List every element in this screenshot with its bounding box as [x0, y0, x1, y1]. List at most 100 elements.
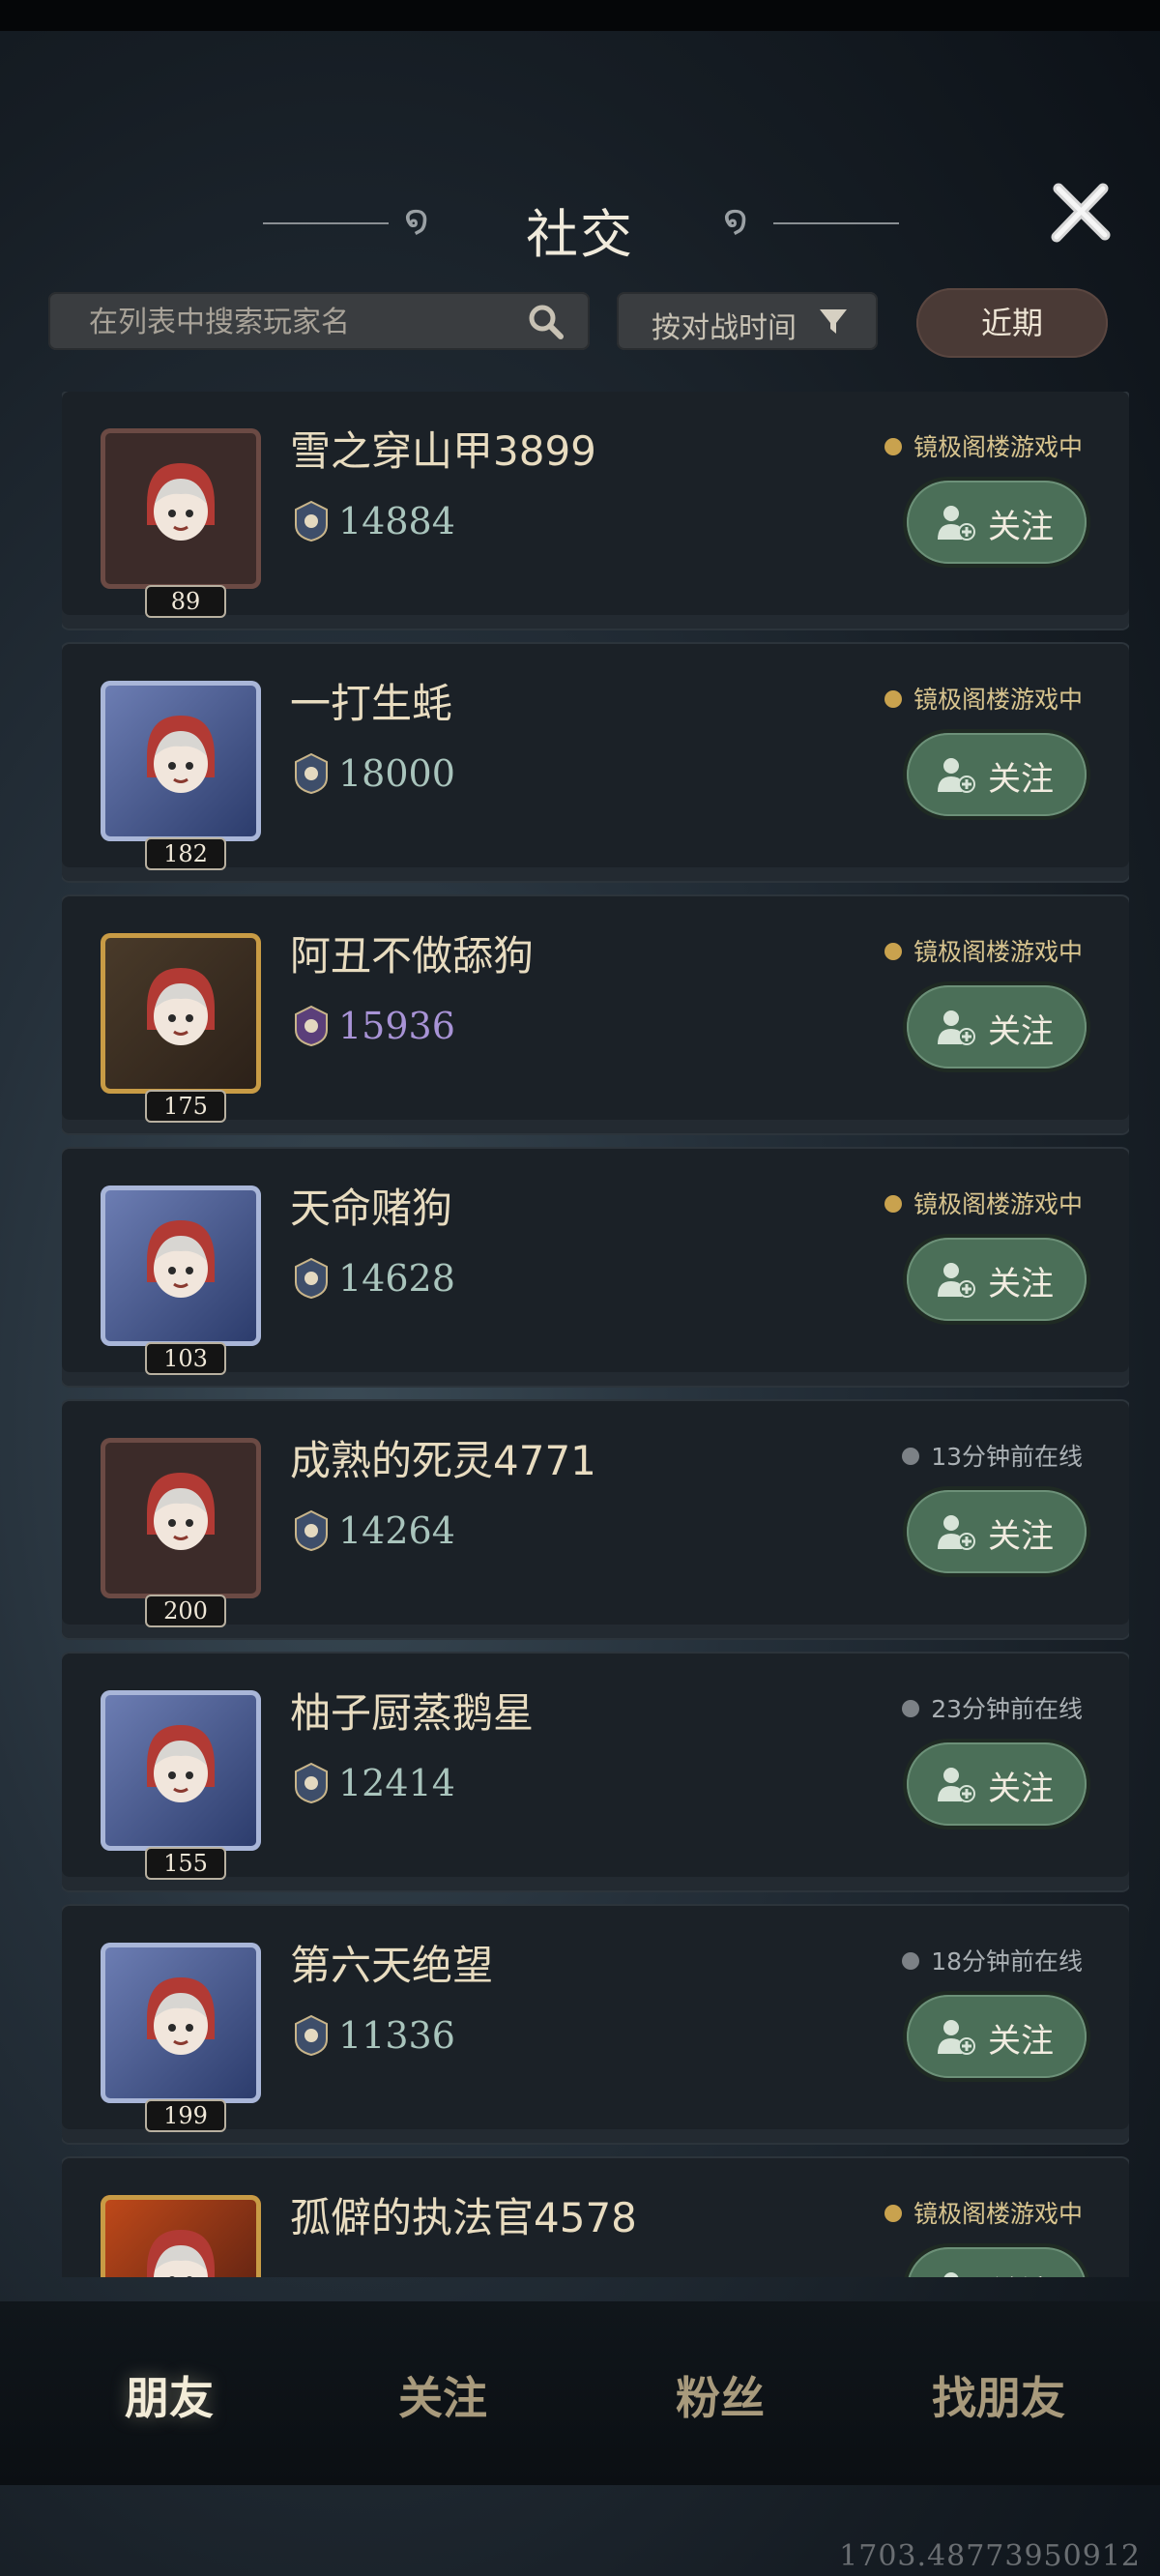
player-card[interactable]: 182 一打生蚝 18000 镜极阁楼游戏中 关注	[62, 644, 1129, 881]
follow-button[interactable]: 关注	[907, 1995, 1087, 2078]
user-plus-icon	[938, 1263, 975, 1298]
recent-button[interactable]: 近期	[916, 288, 1108, 358]
follow-button[interactable]: 关注	[907, 1490, 1087, 1573]
player-avatar[interactable]: 175	[101, 933, 261, 1123]
character-face-icon	[147, 1725, 215, 1802]
player-avatar[interactable]: 200	[101, 1438, 261, 1627]
player-list[interactable]: 89 雪之穿山甲3899 14884 镜极阁楼游戏中 关注 182 一打生蚝 18000 镜极阁…	[62, 392, 1129, 2277]
follow-label: 关注	[988, 2267, 1054, 2277]
search-icon[interactable]	[528, 304, 565, 340]
player-avatar[interactable]: 103	[101, 1186, 261, 1375]
character-face-icon	[147, 2230, 215, 2277]
rank-badge-icon	[295, 1509, 328, 1552]
player-name: 柚子厨蒸鹅星	[290, 1689, 535, 1737]
player-score-value: 14628	[338, 1257, 455, 1300]
sort-dropdown[interactable]: 按对战时间	[617, 292, 878, 350]
user-plus-icon	[938, 2020, 975, 2055]
status-dot-icon	[902, 1952, 920, 1970]
player-card[interactable]: 103 天命赌狗 14628 镜极阁楼游戏中 关注	[62, 1149, 1129, 1386]
player-status-text: 镜极阁楼游戏中	[913, 2200, 1083, 2228]
tab-fans[interactable]: 粉丝	[624, 2363, 817, 2427]
search-box[interactable]	[48, 292, 590, 352]
follow-label: 关注	[988, 508, 1054, 546]
player-avatar[interactable]	[101, 2195, 261, 2277]
player-level-badge: 155	[145, 1847, 226, 1880]
player-status-text: 镜极阁楼游戏中	[913, 686, 1083, 714]
player-avatar[interactable]: 89	[101, 428, 261, 618]
player-score-value: 14884	[338, 500, 455, 542]
player-score-value: 15936	[338, 1005, 455, 1047]
search-input[interactable]	[87, 292, 516, 352]
player-avatar[interactable]: 182	[101, 681, 261, 870]
character-face-icon	[147, 1473, 215, 1550]
player-level-badge: 89	[145, 585, 226, 618]
player-status: 镜极阁楼游戏中	[884, 2195, 1083, 2230]
follow-button[interactable]: 关注	[907, 1742, 1087, 1826]
player-name: 雪之穿山甲3899	[290, 427, 596, 475]
user-plus-icon	[938, 1010, 975, 1045]
player-card[interactable]: 200 成熟的死灵4771 14264 13分钟前在线 关注	[62, 1401, 1129, 1638]
user-plus-icon	[938, 1768, 975, 1802]
player-status-text: 镜极阁楼游戏中	[913, 1190, 1083, 1218]
player-status: 23分钟前在线	[902, 1690, 1083, 1725]
player-score-value: 14264	[338, 1509, 455, 1552]
user-plus-icon	[938, 1515, 975, 1550]
character-face-icon	[147, 968, 215, 1045]
player-status: 镜极阁楼游戏中	[884, 933, 1083, 968]
status-dot-icon	[884, 2205, 902, 2222]
follow-button[interactable]: 关注	[907, 1238, 1087, 1321]
player-avatar[interactable]: 155	[101, 1690, 261, 1880]
follow-label: 关注	[988, 760, 1054, 799]
player-card[interactable]: 89 雪之穿山甲3899 14884 镜极阁楼游戏中关注	[62, 392, 1129, 629]
rank-badge-icon	[295, 1762, 328, 1804]
header: ໑ 社交 ໑	[0, 184, 1160, 265]
follow-label: 关注	[988, 1517, 1054, 1556]
follow-label: 关注	[988, 1012, 1054, 1051]
player-card[interactable]: 199 第六天绝望 11336 18分钟前在线 关注	[62, 1906, 1129, 2143]
follow-label: 关注	[988, 2022, 1054, 2061]
player-name: 阿丑不做舔狗	[290, 932, 535, 980]
follow-label: 关注	[988, 1265, 1054, 1303]
player-status-text: 13分钟前在线	[931, 1443, 1083, 1471]
player-status-text: 23分钟前在线	[931, 1695, 1083, 1723]
player-score-value: 12414	[338, 1762, 455, 1804]
page-title: 社交	[526, 204, 634, 265]
status-dot-icon	[884, 943, 902, 960]
tab-friends[interactable]: 朋友	[72, 2363, 266, 2427]
character-face-icon	[147, 1977, 215, 2055]
player-card[interactable]: 155 柚子厨蒸鹅星 12414 23分钟前在线关注	[62, 1654, 1129, 1890]
player-status-text: 镜极阁楼游戏中	[913, 938, 1083, 966]
swirl-ornament-icon: ໑	[723, 197, 748, 242]
follow-button[interactable]: 关注	[907, 985, 1087, 1068]
tab-find-friends[interactable]: 找朋友	[902, 2363, 1095, 2427]
footer-number: 1703.48773950912	[839, 2539, 1141, 2573]
user-plus-icon	[938, 506, 975, 541]
player-name: 孤僻的执法官4578	[290, 2194, 637, 2241]
character-face-icon	[147, 463, 215, 541]
rank-badge-icon	[295, 1257, 328, 1300]
user-plus-icon	[943, 2272, 959, 2277]
rank-badge-icon	[295, 2014, 328, 2057]
player-card[interactable]: 孤僻的执法官4578 镜极阁楼游戏中关注	[62, 2158, 1129, 2277]
player-status-text: 镜极阁楼游戏中	[913, 433, 1083, 461]
player-status: 13分钟前在线	[902, 1438, 1083, 1473]
player-status: 镜极阁楼游戏中	[884, 428, 1083, 463]
rank-badge-icon	[295, 1005, 328, 1047]
follow-button[interactable]: 关注	[907, 481, 1087, 564]
status-dot-icon	[902, 1448, 920, 1465]
player-level-badge: 182	[145, 837, 226, 870]
follow-label: 关注	[988, 1770, 1054, 1808]
title-ornament-right	[773, 222, 899, 224]
follow-button[interactable]: 关注	[907, 2247, 1087, 2277]
tab-following[interactable]: 关注	[346, 2363, 539, 2427]
player-level-badge: 175	[145, 1090, 226, 1123]
player-card[interactable]: 175 阿丑不做舔狗 15936 镜极阁楼游戏中关注	[62, 896, 1129, 1133]
follow-button[interactable]: 关注	[907, 733, 1087, 816]
player-name: 一打生蚝	[290, 680, 453, 727]
close-button[interactable]	[1044, 176, 1117, 249]
player-level-badge: 199	[145, 2099, 226, 2132]
rank-badge-icon	[295, 752, 328, 795]
player-status-text: 18分钟前在线	[931, 1947, 1083, 1976]
player-avatar[interactable]: 199	[101, 1943, 261, 2132]
status-dot-icon	[884, 690, 902, 708]
